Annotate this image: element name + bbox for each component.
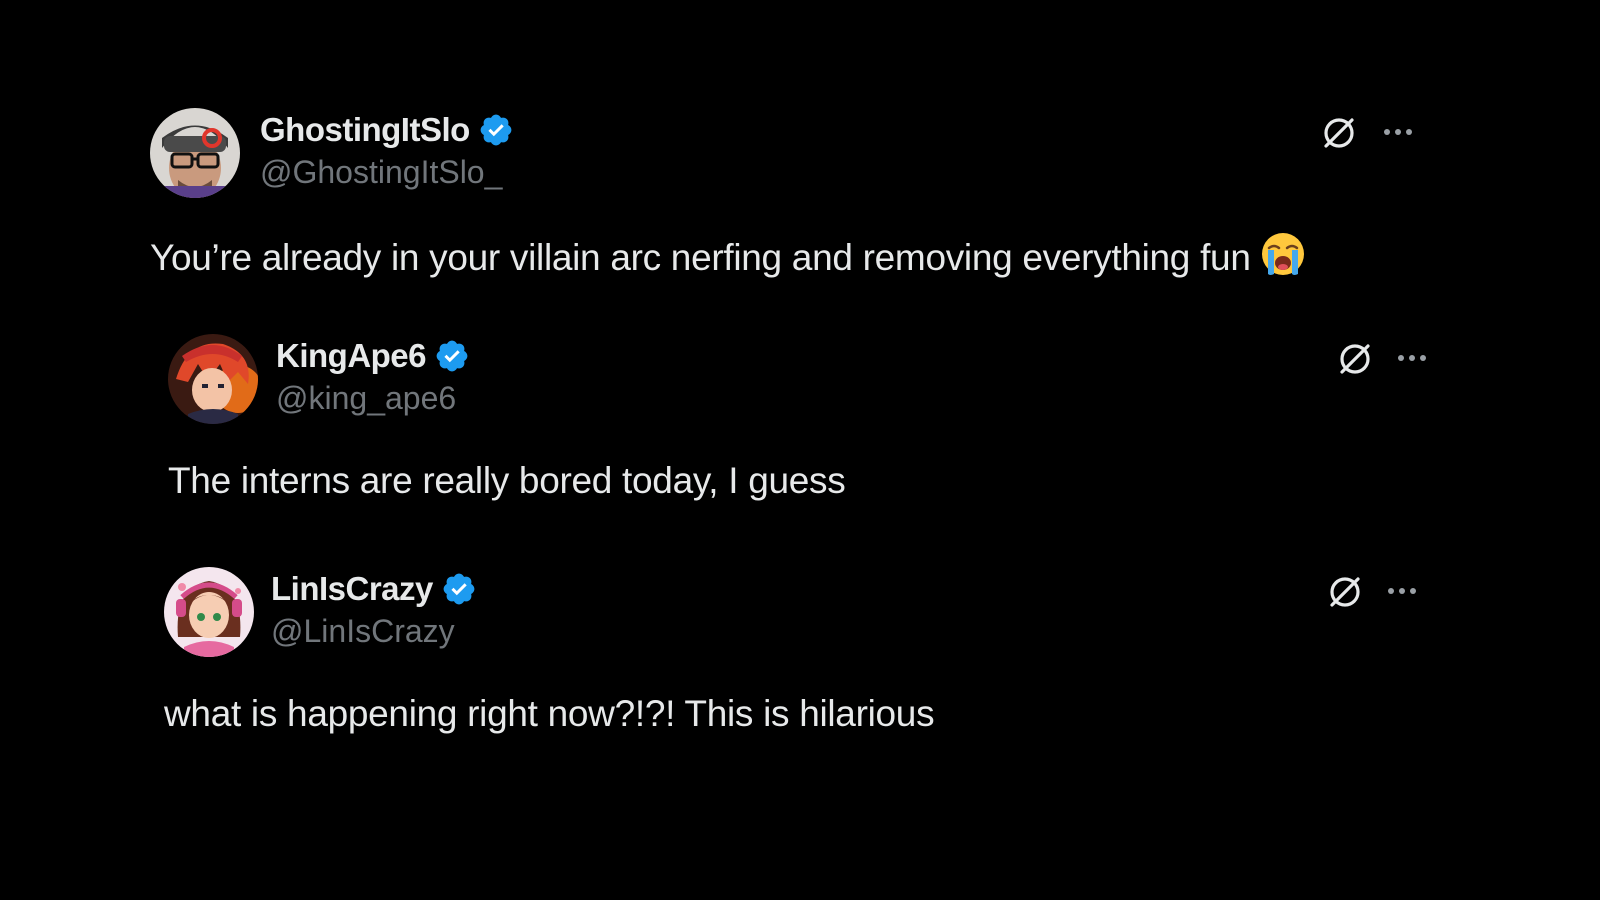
handle[interactable]: @GhostingItSlo_ xyxy=(260,154,514,191)
display-name[interactable]: KingApe6 xyxy=(276,337,427,375)
post-text-content: what is happening right now?!?! This is … xyxy=(164,693,935,734)
display-name-row: KingApe6 xyxy=(276,334,470,378)
author-names: KingApe6 @king_ape6 xyxy=(276,334,470,417)
display-name[interactable]: GhostingItSlo xyxy=(260,111,470,149)
avatar[interactable] xyxy=(150,108,240,198)
verified-badge-icon xyxy=(436,340,468,372)
thread-canvas: GhostingItSlo @GhostingItSlo_ You’re alr… xyxy=(0,0,1600,900)
handle[interactable]: @king_ape6 xyxy=(276,380,470,417)
more-options-icon[interactable] xyxy=(1380,114,1416,150)
post-text: what is happening right now?!?! This is … xyxy=(164,693,1464,735)
post-liniscrazy[interactable]: LinIsCrazy @LinIsCrazy what is happening… xyxy=(164,567,1464,735)
post-text: The interns are really bored today, I gu… xyxy=(168,460,1468,502)
post-header: KingApe6 @king_ape6 xyxy=(168,334,1468,426)
display-name-row: GhostingItSlo xyxy=(260,108,514,152)
post-header: LinIsCrazy @LinIsCrazy xyxy=(164,567,1464,659)
display-name-row: LinIsCrazy xyxy=(271,567,477,611)
post-header: GhostingItSlo @GhostingItSlo_ xyxy=(150,108,1450,200)
avatar[interactable] xyxy=(164,567,254,657)
post-text-content: The interns are really bored today, I gu… xyxy=(168,460,846,501)
post-text: You’re already in your villain arc nerfi… xyxy=(150,230,1450,279)
avatar[interactable] xyxy=(168,334,258,424)
more-options-icon[interactable] xyxy=(1384,573,1420,609)
grok-icon[interactable] xyxy=(1320,114,1358,152)
display-name[interactable]: LinIsCrazy xyxy=(271,570,433,608)
handle[interactable]: @LinIsCrazy xyxy=(271,613,477,650)
author-names: LinIsCrazy @LinIsCrazy xyxy=(271,567,477,650)
grok-icon[interactable] xyxy=(1336,340,1374,378)
post-ghostingitslo[interactable]: GhostingItSlo @GhostingItSlo_ You’re alr… xyxy=(150,108,1450,279)
post-text-content: You’re already in your villain arc nerfi… xyxy=(150,237,1251,278)
grok-icon[interactable] xyxy=(1326,573,1364,611)
verified-badge-icon xyxy=(480,114,512,146)
loudly-crying-face-icon xyxy=(1261,233,1304,275)
post-kingape6[interactable]: KingApe6 @king_ape6 The interns are real… xyxy=(168,334,1468,502)
author-names: GhostingItSlo @GhostingItSlo_ xyxy=(260,108,514,191)
verified-badge-icon xyxy=(443,573,475,605)
more-options-icon[interactable] xyxy=(1394,340,1430,376)
